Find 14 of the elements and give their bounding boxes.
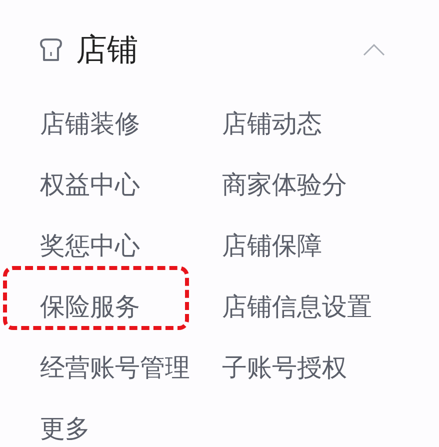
menu-item[interactable]: 保险服务 bbox=[40, 290, 140, 322]
store-icon bbox=[40, 38, 62, 62]
menu-item[interactable]: 商家体验分 bbox=[222, 168, 347, 200]
menu-item[interactable]: 店铺信息设置 bbox=[222, 290, 372, 322]
menu-item[interactable]: 更多 bbox=[40, 412, 90, 444]
menu-item[interactable]: 店铺动态 bbox=[222, 106, 322, 140]
menu-item[interactable]: 店铺装修 bbox=[40, 106, 140, 140]
menu-item[interactable]: 奖惩中心 bbox=[40, 228, 140, 262]
section-title: 店铺 bbox=[76, 31, 138, 70]
menu-item[interactable]: 子账号授权 bbox=[222, 350, 347, 384]
menu-item[interactable]: 权益中心 bbox=[40, 168, 140, 200]
menu-item[interactable]: 经营账号管理 bbox=[40, 350, 190, 384]
chevron-icon[interactable] bbox=[363, 44, 385, 56]
menu-item[interactable]: 店铺保障 bbox=[222, 228, 322, 262]
